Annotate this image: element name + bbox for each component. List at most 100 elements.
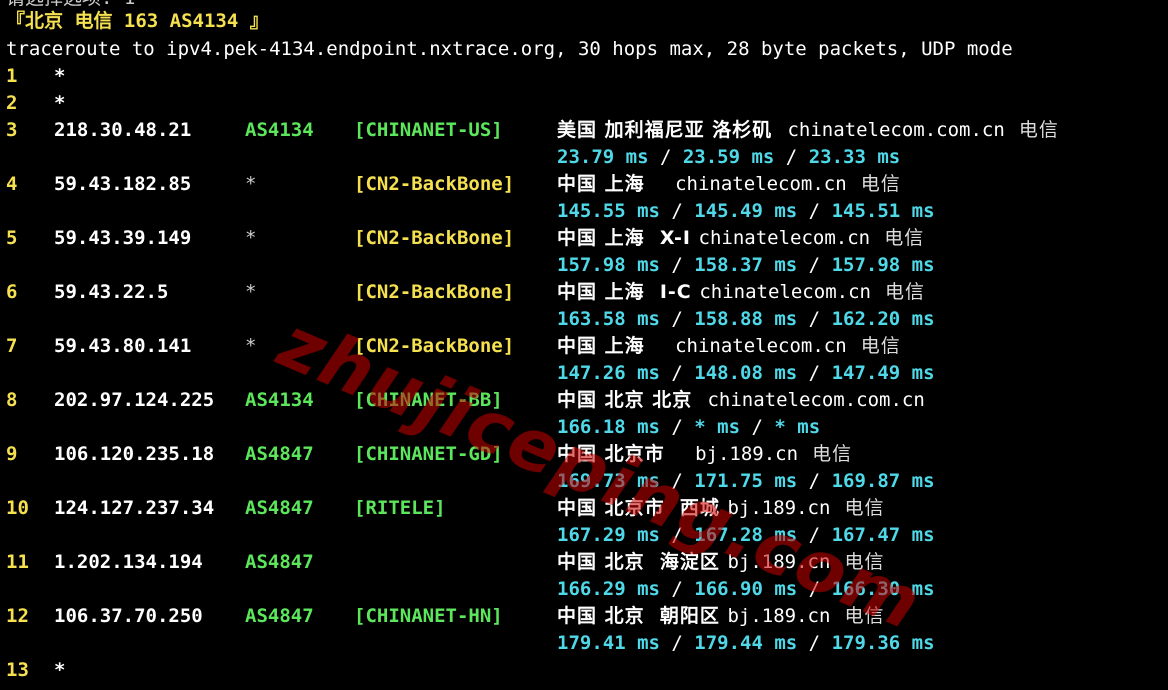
rtt-value: 163.58 ms bbox=[557, 308, 660, 330]
hop-hostname: chinatelecom.cn bbox=[699, 281, 871, 303]
hop-asn: AS4847 bbox=[245, 497, 314, 519]
test-header: 『北京 电信 163 AS4134 』 bbox=[6, 10, 269, 32]
hop-rtt: 147.26 ms / 148.08 ms / 147.49 ms bbox=[557, 362, 935, 384]
hop-network-tag: [RITELE] bbox=[354, 497, 446, 519]
hop-ip: 124.127.237.34 bbox=[54, 497, 215, 519]
hop-rtt: 157.98 ms / 158.37 ms / 157.98 ms bbox=[557, 254, 935, 276]
rtt-value: 147.26 ms bbox=[557, 362, 660, 384]
hop-ip: 59.43.22.5 bbox=[54, 281, 169, 303]
hop-timeout-star: * bbox=[54, 65, 66, 87]
hop-timeout-star: * bbox=[54, 92, 66, 114]
hop-hostname: bj.189.cn bbox=[695, 443, 799, 465]
hop-ttl: 11 bbox=[6, 551, 29, 573]
rtt-value: 157.98 ms bbox=[557, 254, 660, 276]
rtt-separator: / bbox=[659, 416, 695, 438]
hop-ttl: 8 bbox=[6, 389, 18, 411]
rtt-separator: / bbox=[659, 632, 695, 654]
hop-ttl: 1 bbox=[6, 65, 18, 87]
hop-asn: AS4847 bbox=[245, 551, 314, 573]
hop-network-tag: [CN2-BackBone] bbox=[354, 173, 515, 195]
rtt-value: 145.51 ms bbox=[831, 200, 935, 222]
hop-asn: * bbox=[245, 227, 257, 249]
hop-ip: 59.43.39.149 bbox=[54, 227, 192, 249]
rtt-value: 158.88 ms bbox=[694, 308, 798, 330]
rtt-value: 179.41 ms bbox=[557, 632, 660, 654]
rtt-value: * ms bbox=[694, 416, 741, 438]
hop-location: 中国 北京 北京 bbox=[557, 389, 708, 411]
hop-ip: 59.43.80.141 bbox=[54, 335, 192, 357]
hop-network-tag: [CHINANET-HN] bbox=[354, 605, 503, 627]
hop-asn: AS4847 bbox=[245, 443, 314, 465]
rtt-separator: / bbox=[797, 308, 832, 330]
rtt-separator: / bbox=[740, 416, 775, 438]
hop-isp: 电信 bbox=[846, 335, 901, 357]
rtt-value: 157.98 ms bbox=[831, 254, 935, 276]
hop-ip: 59.43.182.85 bbox=[54, 173, 192, 195]
hop-ip: 218.30.48.21 bbox=[54, 119, 192, 141]
hop-hostname: chinatelecom.com.cn bbox=[707, 389, 925, 411]
hop-asn: * bbox=[245, 281, 257, 303]
hop-asn: AS4134 bbox=[245, 119, 314, 141]
rtt-value: 23.33 ms bbox=[808, 146, 901, 168]
hop-geo: 美国 加利福尼亚 洛杉矶 chinatelecom.com.cn 电信 bbox=[557, 119, 1059, 141]
rtt-separator: / bbox=[797, 200, 832, 222]
hop-geo: 中国 上海 chinatelecom.cn 电信 bbox=[557, 335, 901, 357]
hop-rtt: 145.55 ms / 145.49 ms / 145.51 ms bbox=[557, 200, 935, 222]
hop-hostname: chinatelecom.cn bbox=[675, 173, 847, 195]
rtt-separator: / bbox=[648, 146, 683, 168]
hop-ip: 106.37.70.250 bbox=[54, 605, 203, 627]
hop-ttl: 3 bbox=[6, 119, 18, 141]
rtt-value: * ms bbox=[774, 416, 821, 438]
hop-location: 美国 加利福尼亚 洛杉矶 bbox=[557, 119, 788, 141]
hop-location: 中国 上海 I-C bbox=[557, 281, 700, 303]
hop-ttl: 7 bbox=[6, 335, 18, 357]
hop-ttl: 10 bbox=[6, 497, 29, 519]
rtt-separator: / bbox=[659, 578, 695, 600]
hop-network-tag: [CN2-BackBone] bbox=[354, 227, 515, 249]
hop-isp: 电信 bbox=[870, 281, 926, 303]
rtt-separator: / bbox=[659, 200, 695, 222]
hop-ttl: 6 bbox=[6, 281, 18, 303]
rtt-separator: / bbox=[659, 308, 695, 330]
rtt-value: 158.37 ms bbox=[694, 254, 798, 276]
hop-location: 中国 上海 X-I bbox=[557, 227, 699, 249]
hop-ttl: 5 bbox=[6, 227, 18, 249]
hop-geo: 中国 上海 chinatelecom.cn 电信 bbox=[557, 173, 901, 195]
hop-hostname: chinatelecom.com.cn bbox=[787, 119, 1005, 141]
hop-location: 中国 上海 bbox=[557, 173, 676, 195]
hop-rtt: 23.79 ms / 23.59 ms / 23.33 ms bbox=[557, 146, 900, 168]
hop-hostname: chinatelecom.cn bbox=[675, 335, 847, 357]
hop-timeout-star: * bbox=[54, 659, 66, 681]
hop-asn: * bbox=[245, 335, 257, 357]
rtt-value: 169.87 ms bbox=[831, 470, 935, 492]
rtt-separator: / bbox=[797, 362, 832, 384]
hop-location: 中国 上海 bbox=[557, 335, 676, 357]
hop-isp: 电信 bbox=[1004, 119, 1059, 141]
hop-rtt: 163.58 ms / 158.88 ms / 162.20 ms bbox=[557, 308, 935, 330]
rtt-value: 148.08 ms bbox=[694, 362, 798, 384]
hop-geo: 中国 上海 I-C chinatelecom.cn 电信 bbox=[557, 281, 925, 303]
hop-hostname: chinatelecom.cn bbox=[698, 227, 871, 249]
rtt-separator: / bbox=[774, 146, 809, 168]
hop-ttl: 13 bbox=[6, 659, 29, 681]
hop-asn: AS4847 bbox=[245, 605, 314, 627]
rtt-value: 179.44 ms bbox=[694, 632, 798, 654]
rtt-value: 147.49 ms bbox=[831, 362, 935, 384]
hop-network-tag: [CN2-BackBone] bbox=[354, 281, 515, 303]
rtt-value: 145.49 ms bbox=[694, 200, 798, 222]
rtt-separator: / bbox=[797, 254, 832, 276]
hop-location: 中国 北京 朝阳区 bbox=[557, 605, 728, 627]
hop-isp: 电信 bbox=[870, 227, 925, 249]
hop-ttl: 12 bbox=[6, 605, 29, 627]
hop-ip: 1.202.134.194 bbox=[54, 551, 203, 573]
rtt-separator: / bbox=[797, 470, 832, 492]
hop-ttl: 4 bbox=[6, 173, 18, 195]
rtt-value: 162.20 ms bbox=[831, 308, 935, 330]
rtt-separator: / bbox=[659, 254, 695, 276]
rtt-value: 23.59 ms bbox=[682, 146, 775, 168]
hop-asn: * bbox=[245, 173, 257, 195]
hop-isp: 电信 bbox=[798, 443, 853, 465]
hop-ip: 202.97.124.225 bbox=[54, 389, 215, 411]
hop-isp: 电信 bbox=[830, 497, 885, 519]
rtt-value: 166.29 ms bbox=[557, 578, 660, 600]
